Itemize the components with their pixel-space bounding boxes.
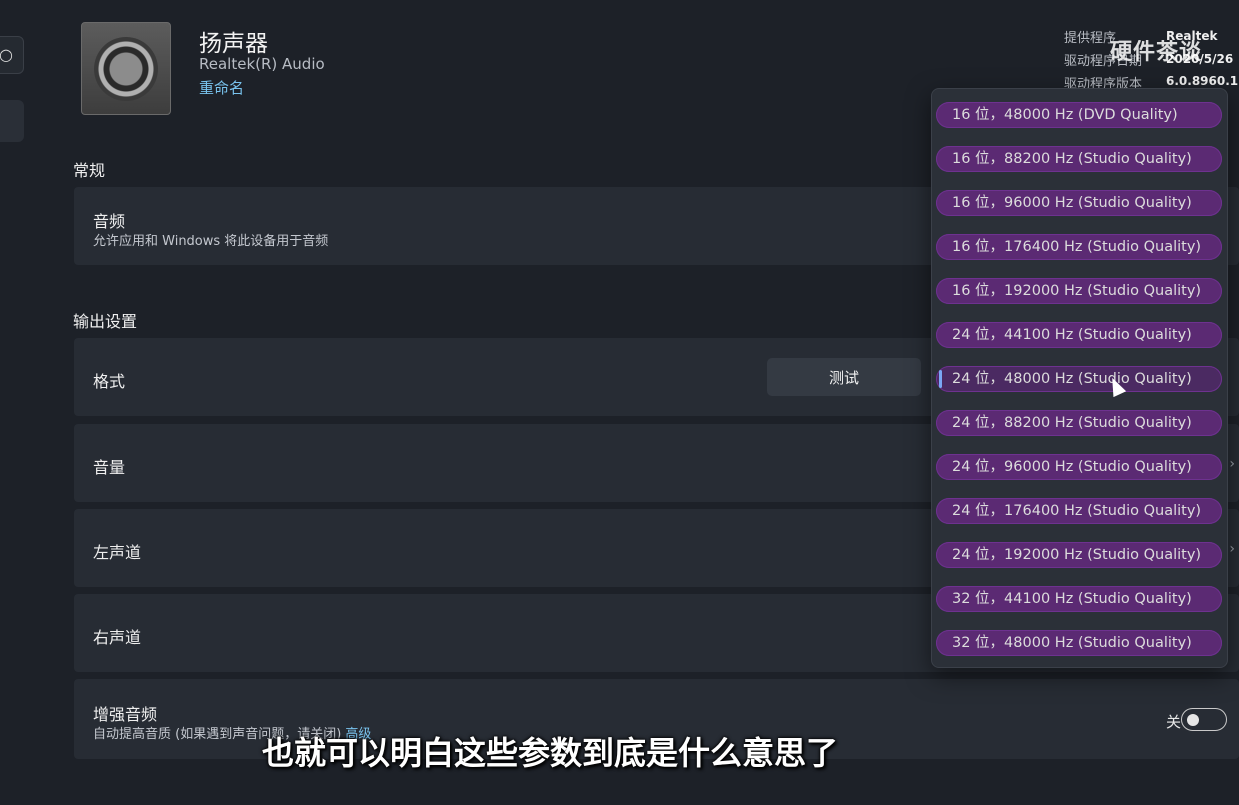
chevron-icon: › (1229, 456, 1235, 472)
enhance-label: 增强音频 (93, 705, 158, 724)
format-option[interactable]: 16 位，96000 Hz (Studio Quality) (936, 190, 1222, 216)
format-option[interactable]: 24 位，48000 Hz (Studio Quality) (936, 366, 1222, 392)
selection-indicator (939, 370, 942, 388)
video-caption: 也就可以明白这些参数到底是什么意思了 (261, 734, 838, 772)
format-option[interactable]: 16 位，48000 Hz (DVD Quality) (936, 102, 1222, 128)
right-channel-label: 右声道 (93, 628, 142, 647)
format-option[interactable]: 24 位，96000 Hz (Studio Quality) (936, 454, 1222, 480)
toggle-state-label: 关 (1165, 713, 1181, 731)
volume-label: 音量 (93, 458, 126, 477)
section-general: 常规 (73, 161, 106, 180)
driver-version-value: 6.0.8960.1 (1166, 74, 1239, 88)
format-option[interactable]: 24 位，88200 Hz (Studio Quality) (936, 410, 1222, 436)
format-option[interactable]: 24 位，44100 Hz (Studio Quality) (936, 322, 1222, 348)
format-option[interactable]: 24 位，176400 Hz (Studio Quality) (936, 498, 1222, 524)
device-subtitle: Realtek(R) Audio (199, 55, 325, 73)
watermark: 硬件茶谈 (1110, 40, 1203, 65)
format-dropdown[interactable]: 16 位，48000 Hz (DVD Quality) 16 位，88200 Hz… (931, 88, 1228, 668)
format-option[interactable]: 32 位，44100 Hz (Studio Quality) (936, 586, 1222, 612)
toggle-knob (1187, 714, 1199, 726)
speaker-icon (81, 22, 171, 115)
section-output: 输出设置 (73, 312, 138, 331)
rename-link[interactable]: 重命名 (199, 77, 244, 98)
format-option[interactable]: 16 位，176400 Hz (Studio Quality) (936, 234, 1222, 260)
search-icon: ○ (0, 45, 13, 64)
chevron-icon: › (1229, 541, 1235, 557)
left-channel-label: 左声道 (93, 543, 142, 562)
enhance-toggle[interactable] (1181, 708, 1227, 731)
nav-item-active[interactable] (0, 100, 24, 142)
audio-desc: 允许应用和 Windows 将此设备用于音频 (93, 234, 329, 249)
test-button[interactable]: 测试 (767, 358, 921, 396)
device-title: 扬声器 (199, 31, 268, 57)
format-label: 格式 (93, 372, 126, 391)
audio-label: 音频 (93, 212, 126, 231)
search-box[interactable]: ○ (0, 36, 24, 74)
format-option[interactable]: 16 位，192000 Hz (Studio Quality) (936, 278, 1222, 304)
format-option[interactable]: 24 位，192000 Hz (Studio Quality) (936, 542, 1222, 568)
format-option[interactable]: 16 位，88200 Hz (Studio Quality) (936, 146, 1222, 172)
provider-label: 提供程序 (1064, 31, 1117, 46)
format-option[interactable]: 32 位，48000 Hz (Studio Quality) (936, 630, 1222, 656)
